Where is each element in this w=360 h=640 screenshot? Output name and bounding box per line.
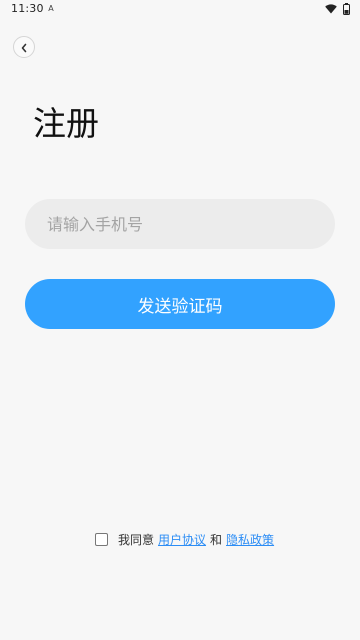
privacy-policy-link[interactable]: 隐私政策 xyxy=(226,531,274,548)
battery-icon xyxy=(343,3,350,15)
user-agreement-link[interactable]: 用户协议 xyxy=(158,531,206,548)
phone-input[interactable] xyxy=(25,199,335,249)
status-bar: 11:30 A xyxy=(0,0,360,20)
send-code-button[interactable]: 发送验证码 xyxy=(25,279,335,329)
chevron-left-icon xyxy=(20,38,28,57)
notification-icon: A xyxy=(48,4,54,13)
wifi-icon xyxy=(325,4,337,14)
agreement-prefix: 我同意 xyxy=(118,533,155,547)
status-time: 11:30 xyxy=(11,2,44,15)
agreement-checkbox[interactable] xyxy=(95,533,108,546)
back-button[interactable] xyxy=(13,36,35,58)
status-icons xyxy=(325,3,350,15)
agreement-conjunction: 和 xyxy=(210,533,223,547)
agreement: 我同意 用户协议 和 隐私政策 xyxy=(95,531,278,548)
page-title: 注册 xyxy=(33,104,99,143)
